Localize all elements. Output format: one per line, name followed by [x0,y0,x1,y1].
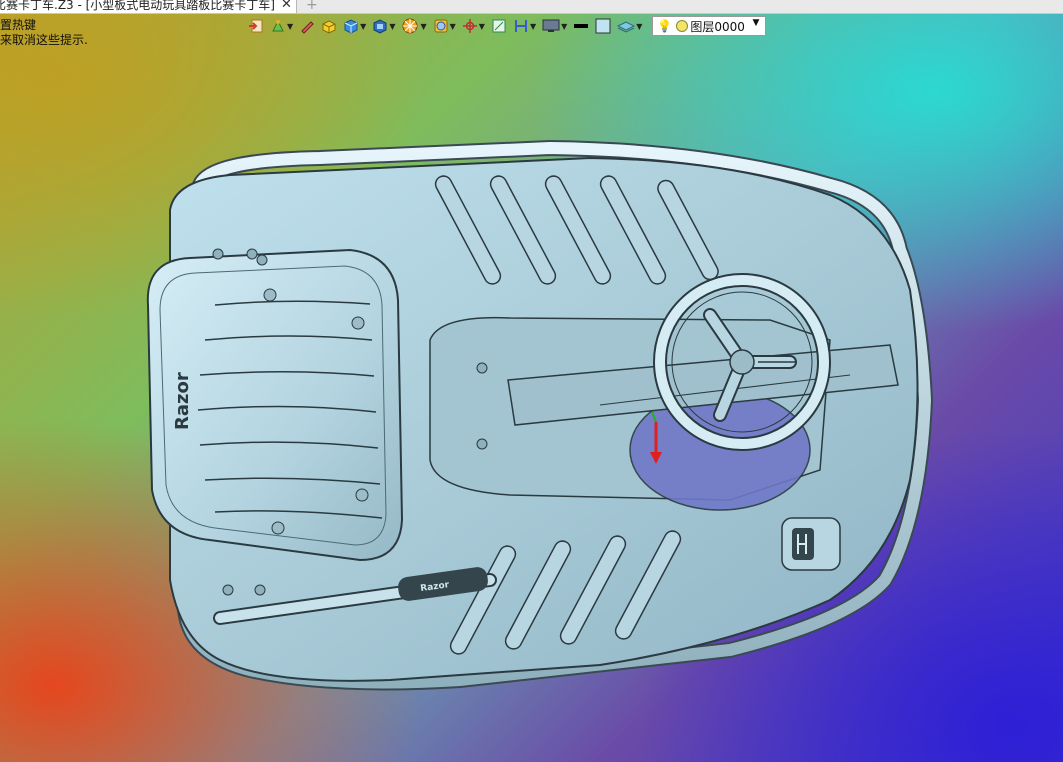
line-color-button[interactable] [571,16,591,36]
fill-color-button[interactable] [593,16,613,36]
kart-3d-model[interactable]: Razor Razor [130,140,940,700]
chevron-down-icon[interactable]: ▼ [752,18,759,28]
cube-icon [344,19,358,34]
view-cube-button[interactable]: ▼ [370,16,397,36]
box-icon [322,20,336,34]
hint-line-2: 来取消这些提示. [0,33,88,47]
tab-bar: 比赛卡丁车.Z3 - [小型板式电动玩具踏板比赛卡丁车] ✕ + [0,0,1063,14]
foot-pedal [781,517,841,571]
paint-icon [272,19,284,32]
render-button[interactable]: ▼ [399,16,428,36]
hint-line-1: 置热键 [0,18,37,32]
layer-stack-icon [617,21,636,33]
cube-button[interactable]: ▼ [341,16,368,36]
seat: Razor [146,248,404,562]
monitor-icon [542,19,560,32]
section-icon [514,20,527,32]
box-button[interactable] [319,16,339,36]
layer-stack-button[interactable]: ▼ [615,16,644,36]
monitor-button[interactable]: ▼ [540,16,569,36]
seat-brand-text: Razor [172,372,193,430]
exit-icon [249,19,263,33]
fill-color-icon [595,18,611,34]
document-tab[interactable]: 比赛卡丁车.Z3 - [小型板式电动玩具踏板比赛卡丁车] ✕ [0,0,297,13]
layer-select[interactable]: 💡 图层0000 ▼ [652,16,767,36]
pencil-button[interactable] [297,16,317,36]
layer-color-icon [676,20,689,32]
frame-icon [492,19,506,33]
lightbulb-icon: 💡 [657,19,673,33]
paint-button[interactable]: ▼ [268,16,295,36]
view-cube-icon [373,19,387,34]
frame-button[interactable] [489,16,509,36]
exit-button[interactable] [246,16,266,36]
line-color-icon [574,24,589,28]
render-icon [402,18,418,34]
new-tab-icon[interactable]: + [306,0,318,13]
pencil-icon [301,21,314,34]
axis-button[interactable]: ▼ [460,16,487,36]
display-button[interactable]: ▼ [431,16,458,36]
tab-title: 比赛卡丁车.Z3 - [小型板式电动玩具踏板比赛卡丁车] [0,0,275,12]
display-icon [434,19,448,33]
section-button[interactable]: ▼ [511,16,538,36]
layer-label: 图层0000 [690,19,745,34]
axis-icon [462,19,477,33]
view-toolbar: ▼ ▼ ▼ ▼ ▼ ▼ ▼ ▼ ▼ 💡 图层0000 ▼ [246,15,767,37]
tab-close-icon[interactable]: ✕ [281,0,292,11]
